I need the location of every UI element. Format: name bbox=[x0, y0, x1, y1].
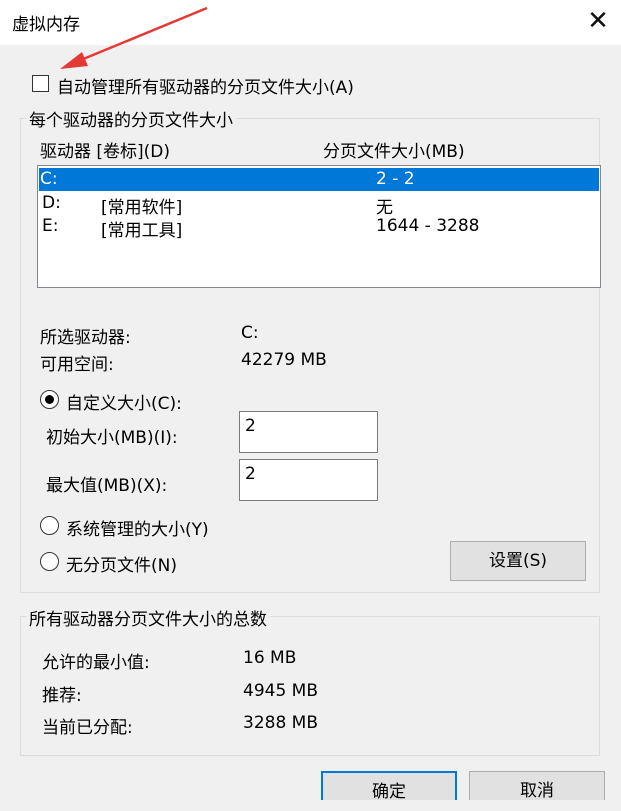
cancel-button[interactable]: 取消 bbox=[469, 771, 605, 801]
allocated-label: 当前已分配: bbox=[42, 718, 133, 738]
drive-row-e[interactable]: E: [常用工具] 1644 - 3288 bbox=[39, 215, 599, 241]
allocated-value: 3288 MB bbox=[243, 713, 318, 733]
recommended-label: 推荐: bbox=[42, 686, 82, 706]
column-header-drive: 驱动器 [卷标](D) bbox=[40, 142, 171, 162]
window-title: 虚拟内存 bbox=[12, 15, 80, 35]
drive-letter: C: bbox=[40, 169, 58, 189]
system-managed-label[interactable]: 系统管理的大小(Y) bbox=[66, 515, 209, 540]
system-managed-radio[interactable] bbox=[40, 516, 59, 535]
no-paging-file-label[interactable]: 无分页文件(N) bbox=[66, 551, 177, 576]
drive-row-c[interactable]: C: 2 - 2 bbox=[39, 168, 599, 191]
ok-button[interactable]: 确定 bbox=[321, 771, 457, 802]
free-space-value: 42279 MB bbox=[241, 350, 327, 370]
drive-paging-size: 1644 - 3288 bbox=[376, 216, 480, 236]
totals-group-title: 所有驱动器分页文件大小的总数 bbox=[26, 605, 270, 630]
drive-volume-label: [常用工具] bbox=[101, 221, 183, 241]
column-header-size: 分页文件大小(MB) bbox=[323, 142, 465, 162]
custom-size-label[interactable]: 自定义大小(C): bbox=[66, 389, 182, 414]
drive-row-d[interactable]: D: [常用软件] 无 bbox=[39, 192, 599, 218]
max-size-input[interactable]: 2 bbox=[239, 459, 378, 501]
close-icon[interactable]: ✕ bbox=[575, 0, 621, 45]
min-allowed-label: 允许的最小值: bbox=[42, 653, 150, 673]
selected-drive-value: C: bbox=[241, 323, 259, 343]
drive-list[interactable]: C: 2 - 2 D: [常用软件] 无 E: [常用工具] 1644 - 32… bbox=[37, 165, 601, 288]
drive-paging-size: 2 - 2 bbox=[376, 169, 415, 189]
max-size-label: 最大值(MB)(X): bbox=[46, 476, 168, 496]
drive-letter: E: bbox=[42, 216, 59, 236]
selected-drive-label: 所选驱动器: bbox=[40, 328, 131, 348]
custom-size-radio[interactable] bbox=[40, 390, 59, 409]
set-button[interactable]: 设置(S) bbox=[450, 541, 586, 581]
initial-size-input[interactable]: 2 bbox=[239, 411, 378, 453]
recommended-value: 4945 MB bbox=[243, 681, 318, 701]
auto-manage-checkbox[interactable] bbox=[32, 75, 49, 92]
drive-letter: D: bbox=[42, 193, 61, 213]
min-allowed-value: 16 MB bbox=[243, 648, 297, 668]
title-bar: 虚拟内存 ✕ bbox=[0, 0, 621, 45]
no-paging-file-radio[interactable] bbox=[40, 552, 59, 571]
initial-size-label: 初始大小(MB)(I): bbox=[46, 428, 178, 448]
free-space-label: 可用空间: bbox=[40, 355, 114, 375]
per-drive-group-title: 每个驱动器的分页文件大小 bbox=[26, 106, 236, 131]
auto-manage-label[interactable]: 自动管理所有驱动器的分页文件大小(A) bbox=[57, 73, 354, 98]
